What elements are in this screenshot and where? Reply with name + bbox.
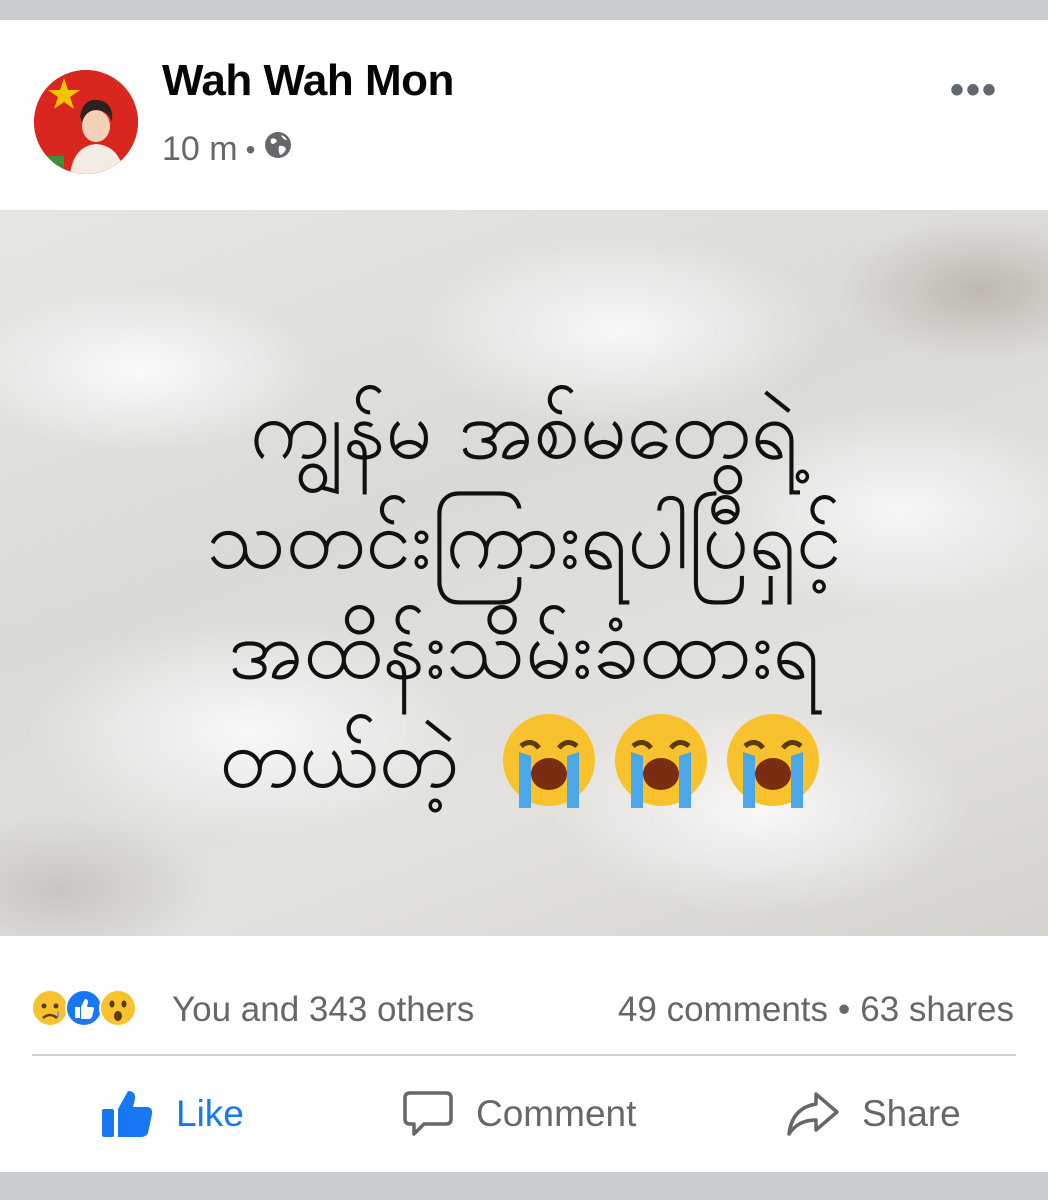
emoji-row <box>493 708 829 812</box>
more-dots-icon[interactable]: ••• <box>950 68 998 113</box>
comment-button[interactable]: Comment <box>402 1056 636 1172</box>
feed-separator <box>0 1172 1048 1200</box>
globe-icon <box>263 130 293 169</box>
like-label: Like <box>176 1093 244 1134</box>
post-image[interactable]: ကျွန်မ အစ်မတွေရဲ့ သတင်းကြားရပါပြီရှင့် အ… <box>0 210 1048 936</box>
comment-label: Comment <box>476 1093 637 1134</box>
reaction-summary[interactable]: You and 343 others <box>172 990 474 1030</box>
comments-count[interactable]: 49 comments <box>618 990 828 1030</box>
meta-separator: • <box>245 133 256 165</box>
shares-count[interactable]: 63 shares <box>860 990 1014 1030</box>
loudly-crying-face-icon <box>497 708 601 812</box>
post-header: Wah Wah Mon 10 m • ••• <box>0 20 1048 210</box>
post-time[interactable]: 10 m <box>162 130 238 169</box>
thumbs-up-icon <box>102 1091 153 1137</box>
action-bar: Like Comment Share <box>0 1056 1048 1172</box>
loudly-crying-face-icon <box>609 708 713 812</box>
image-text-line-2: သတင်းကြားရပါပြီရှင့် <box>206 493 842 588</box>
image-text-line-4: တယ်တဲ့ <box>219 712 459 807</box>
engagement-counts: 49 comments • 63 shares <box>618 990 1014 1030</box>
share-button[interactable]: Share <box>786 1056 961 1172</box>
avatar[interactable] <box>34 70 138 174</box>
post-stats: You and 343 others 49 comments • 63 shar… <box>0 936 1048 1054</box>
comment-icon <box>403 1091 453 1136</box>
like-button[interactable]: Like <box>100 1056 244 1172</box>
image-text-line-1: ကျွန်မ အစ်မတွေရဲ့ <box>249 383 799 478</box>
post-meta: 10 m • <box>162 130 293 169</box>
loudly-crying-face-icon <box>721 708 825 812</box>
post-card: Wah Wah Mon 10 m • ••• ကျွန်မ အစ်မတွေရဲ့… <box>0 20 1048 1172</box>
image-text-line-3: အထိန်းသိမ်းခံထားရ <box>228 603 820 698</box>
wow-face-icon <box>98 988 138 1028</box>
share-label: Share <box>862 1093 961 1134</box>
image-text-line-4-row: တယ်တဲ့ <box>0 708 1048 812</box>
author-name[interactable]: Wah Wah Mon <box>162 56 454 106</box>
reaction-icons[interactable] <box>30 988 137 1028</box>
share-arrow-icon <box>787 1092 839 1136</box>
counts-separator: • <box>838 990 851 1029</box>
